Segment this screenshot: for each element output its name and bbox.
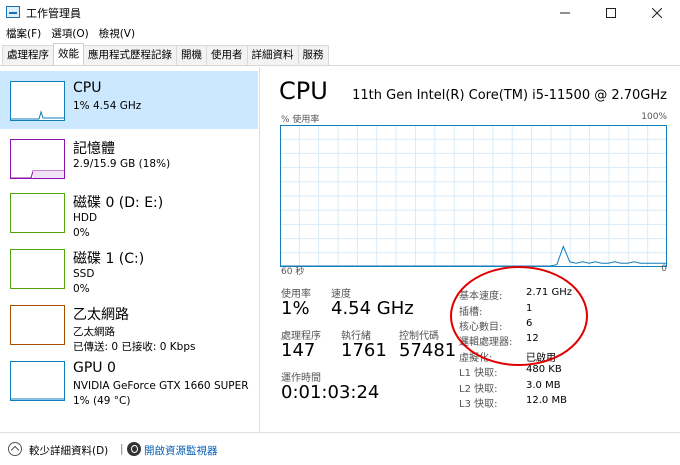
- sidebar-item-label: 乙太網路: [73, 307, 129, 323]
- fewer-details-button[interactable]: 較少詳細資料(D): [29, 443, 108, 458]
- spec-label: 插槽:: [459, 307, 483, 318]
- minimize-icon: [560, 12, 570, 14]
- gpu-thumbnail-graph: [10, 361, 65, 401]
- spec-value: 12: [526, 333, 539, 344]
- sidebar-item-usage: 0%: [73, 283, 90, 295]
- graph-time-end: 0: [661, 264, 667, 274]
- title-bar: 工作管理員: [0, 0, 680, 26]
- sidebar-item-disk1[interactable]: 磁碟 1 (C:) SSD 0%: [0, 239, 258, 297]
- task-manager-icon: [6, 6, 20, 18]
- disk1-thumbnail-graph: [10, 249, 65, 289]
- spec-label: 基本速度:: [459, 291, 503, 302]
- menu-view[interactable]: 檢視(V): [94, 26, 140, 44]
- resource-monitor-icon: [127, 442, 141, 456]
- page-title: CPU: [279, 77, 328, 105]
- resource-sidebar: CPU 1% 4.54 GHz 記憶體 2.9/15.9 GB (18%) 磁碟…: [0, 67, 260, 432]
- cpu-detail-panel: CPU 11th Gen Intel(R) Core(TM) i5-11500 …: [261, 67, 680, 432]
- tab-processes[interactable]: 處理程序: [2, 45, 54, 65]
- sidebar-item-detail: SSD: [73, 268, 95, 280]
- sidebar-item-gpu[interactable]: GPU 0 NVIDIA GeForce GTX 1660 SUPER 1% (…: [0, 351, 258, 409]
- sidebar-item-detail: NVIDIA GeForce GTX 1660 SUPER: [73, 380, 249, 392]
- sidebar-item-detail: 2.9/15.9 GB (18%): [73, 158, 171, 170]
- disk0-thumbnail-graph: [10, 193, 65, 233]
- tab-performance[interactable]: 效能: [53, 43, 84, 65]
- speed-value: 4.54 GHz: [331, 298, 414, 319]
- tab-services[interactable]: 服務: [297, 45, 329, 65]
- memory-thumbnail-graph: [10, 139, 65, 179]
- spec-value: 12.0 MB: [526, 395, 567, 406]
- spec-value: 2.71 GHz: [526, 287, 572, 298]
- ethernet-thumbnail-graph: [10, 305, 65, 345]
- close-icon: [652, 8, 662, 18]
- sidebar-item-detail: 乙太網路: [73, 326, 115, 338]
- sidebar-item-detail: HDD: [73, 212, 98, 224]
- tab-startup[interactable]: 開機: [176, 45, 207, 65]
- chevron-up-icon[interactable]: [8, 442, 22, 456]
- sidebar-item-ethernet[interactable]: 乙太網路 乙太網路 已傳送: 0 已接收: 0 Kbps: [0, 295, 258, 353]
- cpu-model-name: 11th Gen Intel(R) Core(TM) i5-11500 @ 2.…: [352, 88, 667, 103]
- spec-value: 480 KB: [526, 364, 562, 375]
- footer-separator: |: [120, 443, 124, 455]
- sidebar-item-detail: 1% 4.54 GHz: [73, 100, 142, 112]
- sidebar-item-memory[interactable]: 記憶體 2.9/15.9 GB (18%): [0, 129, 258, 187]
- cpu-thumbnail-graph: [10, 81, 65, 121]
- sidebar-item-label: 磁碟 0 (D: E:): [73, 195, 164, 211]
- spec-label: 虛擬化:: [459, 353, 493, 364]
- graph-y-max: 100%: [641, 112, 667, 122]
- spec-label: 邏輯處理器:: [459, 337, 513, 348]
- spec-label: L3 快取:: [459, 399, 498, 410]
- processes-value: 147: [281, 340, 316, 361]
- sidebar-item-disk0[interactable]: 磁碟 0 (D: E:) HDD 0%: [0, 183, 258, 241]
- menu-file[interactable]: 檔案(F): [0, 26, 46, 44]
- cpu-usage-graph: [280, 125, 667, 267]
- graph-time-label: 60 秒: [281, 267, 305, 277]
- spec-value: 6: [526, 318, 533, 329]
- sidebar-item-cpu[interactable]: CPU 1% 4.54 GHz: [0, 71, 258, 129]
- tab-users[interactable]: 使用者: [206, 45, 248, 65]
- tab-app-history[interactable]: 應用程式歷程記錄: [83, 45, 177, 65]
- sidebar-item-label: 磁碟 1 (C:): [73, 251, 145, 267]
- spec-value: 已啟用: [526, 353, 556, 364]
- sidebar-item-usage: 0%: [73, 227, 90, 239]
- sidebar-item-usage: 1% (49 °C): [73, 395, 131, 407]
- sidebar-item-label: CPU: [73, 80, 102, 96]
- sidebar-item-label: GPU 0: [73, 360, 116, 376]
- window-title: 工作管理員: [26, 7, 81, 20]
- utilization-value: 1%: [281, 298, 310, 319]
- maximize-button[interactable]: [588, 0, 634, 26]
- uptime-value: 0:01:03:24: [281, 382, 380, 403]
- close-button[interactable]: [634, 0, 680, 26]
- minimize-button[interactable]: [542, 0, 588, 26]
- maximize-icon: [606, 8, 616, 18]
- tab-details[interactable]: 詳細資料: [246, 45, 299, 65]
- sidebar-item-label: 記憶體: [73, 141, 115, 157]
- spec-value: 1: [526, 303, 533, 314]
- graph-y-label: % 使用率: [281, 115, 320, 125]
- footer-bar: 較少詳細資料(D) | 開啟資源監視器: [0, 432, 680, 465]
- open-resource-monitor-link[interactable]: 開啟資源監視器: [144, 443, 218, 458]
- spec-label: L1 快取:: [459, 368, 498, 379]
- menu-bar: 檔案(F) 選項(O) 檢視(V): [0, 26, 140, 44]
- tab-bar: 處理程序 效能 應用程式歷程記錄 開機 使用者 詳細資料 服務: [0, 43, 680, 66]
- handles-value: 57481: [399, 340, 457, 361]
- spec-label: 核心數目:: [459, 322, 503, 333]
- spec-value: 3.0 MB: [526, 380, 561, 391]
- spec-label: L2 快取:: [459, 384, 498, 395]
- menu-options[interactable]: 選項(O): [46, 26, 93, 44]
- threads-value: 1761: [341, 340, 387, 361]
